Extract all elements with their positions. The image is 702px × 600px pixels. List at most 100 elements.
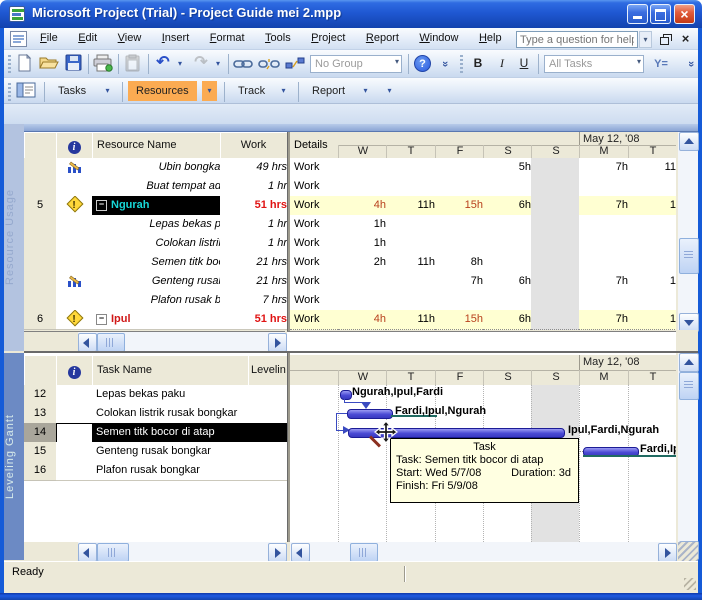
usage-cell[interactable]: 6h bbox=[483, 196, 535, 216]
usage-cell[interactable] bbox=[579, 215, 632, 235]
bottom-right-horizontal-scrollbar[interactable] bbox=[290, 542, 677, 562]
guide-track-dropdown[interactable]: ▾ bbox=[276, 81, 291, 101]
work-cell[interactable]: 51 hrs bbox=[220, 196, 287, 216]
leveling-delay-column-header[interactable]: Levelin bbox=[248, 355, 287, 386]
usage-cell[interactable] bbox=[531, 215, 583, 235]
usage-cell[interactable]: 1h bbox=[338, 215, 390, 235]
filter-combobox[interactable]: ▾ All Tasks bbox=[544, 55, 644, 73]
usage-cell[interactable]: 1h bbox=[338, 234, 390, 254]
task-name-cell[interactable]: Plafon rusak bongkar bbox=[92, 461, 257, 481]
work-cell[interactable]: 21 hrs bbox=[220, 272, 287, 292]
scroll-left-button[interactable] bbox=[78, 333, 97, 352]
menu-help[interactable]: Help bbox=[471, 28, 510, 44]
usage-cell[interactable] bbox=[338, 177, 390, 197]
usage-cell[interactable] bbox=[386, 215, 439, 235]
menu-tools[interactable]: Tools bbox=[257, 28, 299, 44]
usage-cell[interactable]: 7h bbox=[579, 196, 632, 216]
usage-cell[interactable] bbox=[531, 291, 583, 311]
menu-view[interactable]: View bbox=[110, 28, 150, 44]
help-button[interactable]: ? bbox=[414, 55, 431, 72]
usage-cell[interactable] bbox=[435, 158, 487, 178]
usage-cell[interactable]: 2h bbox=[338, 253, 390, 273]
unlink-tasks-button[interactable] bbox=[258, 54, 280, 74]
indicator-cell[interactable] bbox=[56, 158, 93, 178]
menu-project[interactable]: Project bbox=[303, 28, 353, 44]
indicator-cell[interactable] bbox=[56, 291, 93, 311]
usage-cell[interactable]: 8h bbox=[435, 253, 487, 273]
usage-cell[interactable]: 1 bbox=[628, 310, 676, 330]
usage-cell[interactable] bbox=[435, 177, 487, 197]
menu-format[interactable]: Format bbox=[202, 28, 253, 44]
task-name-column-header[interactable]: Task Name bbox=[92, 355, 254, 386]
work-cell[interactable]: 7 hrs bbox=[220, 291, 287, 311]
row-number[interactable] bbox=[24, 158, 57, 178]
toolbar-grip[interactable] bbox=[8, 55, 11, 73]
resource-name-cell[interactable]: Lepas bekas p. bbox=[92, 215, 229, 235]
toolbar-options-button[interactable]: » bbox=[438, 54, 452, 74]
usage-cell[interactable] bbox=[435, 291, 487, 311]
usage-cell[interactable]: 4h bbox=[338, 196, 390, 216]
row-number[interactable]: 16 bbox=[24, 461, 57, 481]
menu-insert[interactable]: Insert bbox=[154, 28, 198, 44]
usage-cell[interactable] bbox=[531, 196, 583, 216]
leveling-cell[interactable] bbox=[248, 442, 287, 462]
menu-window[interactable]: Window bbox=[411, 28, 466, 44]
row-number[interactable]: 6 bbox=[24, 310, 57, 330]
usage-cell[interactable] bbox=[483, 215, 535, 235]
scroll-left-button[interactable] bbox=[78, 543, 97, 562]
resource-name-column-header[interactable]: Resource Name bbox=[92, 132, 226, 159]
group-by-combobox[interactable]: ▾ No Group bbox=[310, 55, 402, 73]
gantt-bar-task-13[interactable] bbox=[347, 409, 393, 419]
usage-cell[interactable]: 4h bbox=[338, 310, 390, 330]
work-column-header[interactable]: Work bbox=[220, 132, 287, 159]
indicator-cell[interactable]: ! bbox=[56, 196, 93, 216]
scrollbar-thumb[interactable] bbox=[679, 372, 699, 400]
autofilter-button[interactable]: Y= bbox=[650, 54, 672, 74]
row-number[interactable]: 14 bbox=[24, 423, 57, 443]
guide-resources-dropdown[interactable]: ▾ bbox=[202, 81, 217, 101]
save-button[interactable] bbox=[62, 54, 84, 74]
row-number[interactable] bbox=[24, 234, 57, 254]
resize-grip[interactable] bbox=[678, 542, 698, 561]
help-search-input[interactable] bbox=[516, 31, 638, 48]
minimize-button[interactable] bbox=[627, 4, 648, 24]
usage-cell[interactable] bbox=[435, 215, 487, 235]
undo-button[interactable]: ↶ bbox=[152, 54, 174, 74]
row-number[interactable] bbox=[24, 215, 57, 235]
resource-name-cell[interactable]: Ubin bongkar bbox=[92, 158, 229, 178]
usage-cell[interactable] bbox=[531, 234, 583, 254]
scroll-right-button[interactable] bbox=[268, 333, 287, 352]
restore-window-button[interactable] bbox=[660, 34, 672, 45]
guide-report-dropdown[interactable]: ▾ bbox=[358, 81, 373, 101]
leveling-cell[interactable] bbox=[248, 385, 287, 405]
indicator-cell[interactable] bbox=[56, 215, 93, 235]
scrollbar-thumb[interactable] bbox=[97, 543, 129, 562]
italic-button[interactable]: I bbox=[492, 55, 512, 73]
redo-button[interactable]: ↷ bbox=[190, 54, 212, 74]
menu-file[interactable]: File bbox=[32, 28, 66, 44]
leveling-cell[interactable] bbox=[248, 461, 287, 481]
resource-name-cell[interactable]: Buat tempat ad. bbox=[92, 177, 229, 197]
row-number[interactable]: 13 bbox=[24, 404, 57, 424]
resource-name-cell[interactable]: − Ngurah bbox=[92, 196, 229, 216]
scrollbar-thumb[interactable] bbox=[350, 543, 378, 562]
row-number[interactable] bbox=[24, 177, 57, 197]
usage-cell[interactable]: 11h bbox=[386, 253, 439, 273]
usage-cell[interactable] bbox=[483, 234, 535, 254]
usage-cell[interactable]: 11 bbox=[628, 158, 676, 178]
row-number[interactable] bbox=[24, 291, 57, 311]
guide-report-button[interactable]: Report bbox=[304, 81, 353, 101]
usage-cell[interactable] bbox=[628, 291, 676, 311]
paste-button[interactable] bbox=[122, 54, 144, 74]
maximize-button[interactable] bbox=[650, 4, 671, 24]
row-number[interactable]: 12 bbox=[24, 385, 57, 405]
work-cell[interactable]: 49 hrs bbox=[220, 158, 287, 178]
usage-cell[interactable] bbox=[386, 291, 439, 311]
usage-cell[interactable] bbox=[628, 253, 676, 273]
top-vertical-scrollbar[interactable] bbox=[678, 132, 699, 332]
print-button[interactable] bbox=[92, 54, 114, 74]
toolbar-grip[interactable] bbox=[460, 55, 463, 73]
usage-cell[interactable]: 7h bbox=[435, 272, 487, 292]
close-document-button[interactable]: × bbox=[678, 31, 693, 47]
usage-cell[interactable] bbox=[531, 253, 583, 273]
